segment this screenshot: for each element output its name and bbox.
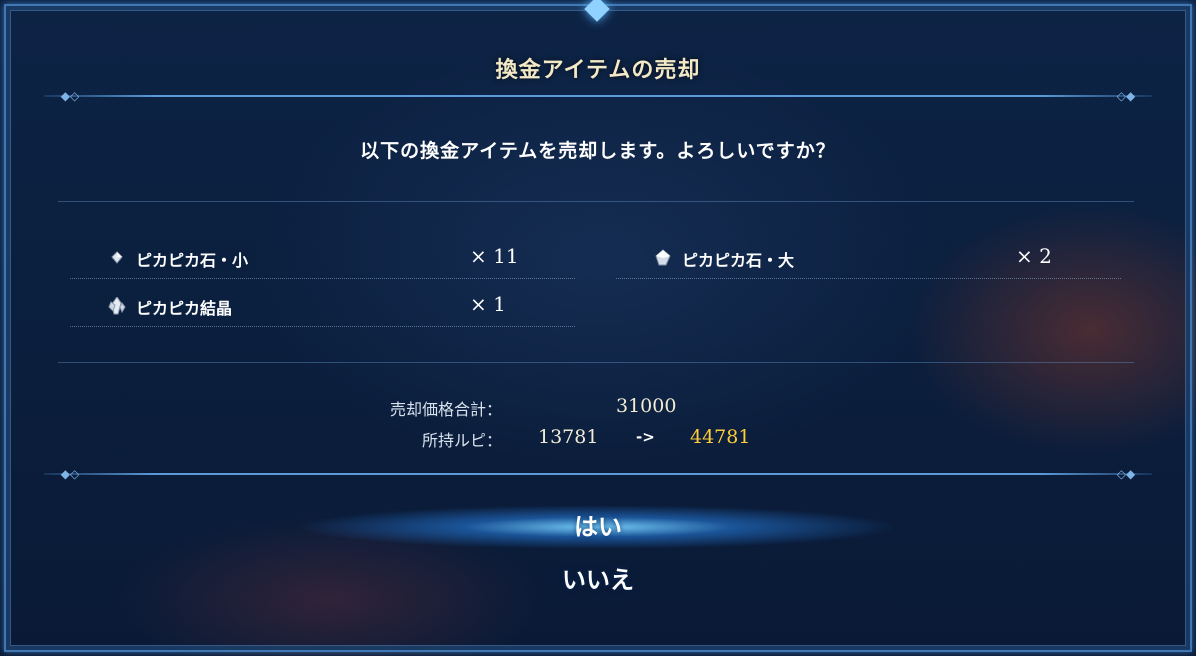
crystal-icon [108,297,126,315]
items-bottom-divider [58,362,1134,363]
divider-ornament-left: ◆◇ [60,89,80,103]
rupie-label: 所持ルピ： [421,431,502,450]
total-price-value: 31000 [616,395,677,417]
item-quantity: × 1 [470,292,506,316]
arrow-icon: -> [636,428,655,446]
item-name: ピカピカ石・大 [682,251,795,270]
background [0,0,1196,656]
list-item: ピカピカ石・大 × 2 [616,238,1121,279]
list-item: ピカピカ石・小 × 11 [70,238,575,279]
item-quantity: × 2 [1016,244,1052,268]
list-item: ピカピカ結晶 × 1 [70,286,575,327]
buttons-divider [44,473,1152,475]
total-price-label: 売却価格合計： [389,400,502,419]
divider-ornament-left: ◆◇ [60,467,80,481]
rupie-before-value: 13781 [538,426,599,448]
divider-ornament-right: ◇◆ [1116,467,1136,481]
rupie-after-value: 44781 [690,426,751,448]
item-quantity: × 11 [470,244,519,268]
no-button[interactable]: いいえ [498,562,698,598]
title-divider [44,95,1152,97]
dialog-title: 換金アイテムの売却 [495,58,701,83]
confirm-question: 以下の換金アイテムを売却します。よろしいですか？ [360,140,836,162]
item-name: ピカピカ結晶 [136,299,233,318]
item-name: ピカピカ石・小 [136,251,249,270]
divider-ornament-right: ◇◆ [1116,89,1136,103]
yes-button[interactable]: はい [498,509,698,545]
items-top-divider [58,201,1134,202]
small-stone-icon [111,251,123,264]
large-stone-icon [655,249,671,266]
